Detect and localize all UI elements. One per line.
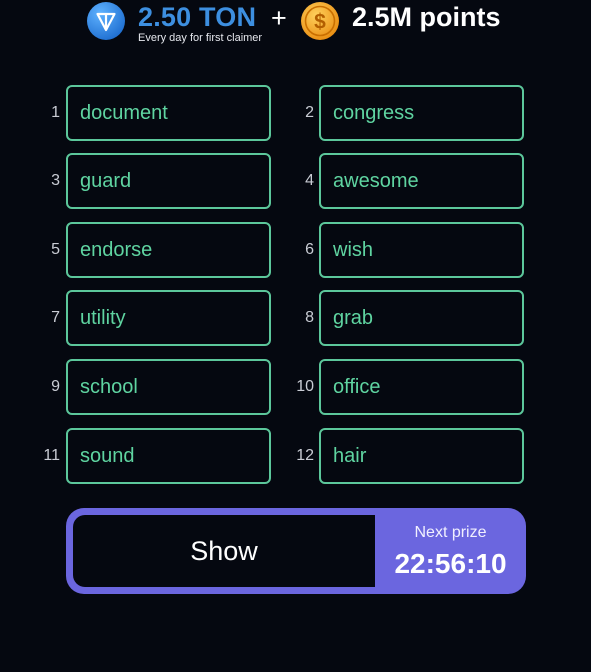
word-number: 9 [51, 378, 60, 395]
word-number: 1 [51, 104, 60, 121]
ton-diamond-icon [87, 2, 125, 40]
word-text: awesome [333, 170, 419, 192]
word-item: 10 office [280, 359, 530, 415]
word-item: 4 awesome [280, 153, 530, 209]
word-item: 1 document [0, 85, 280, 141]
word-number: 3 [51, 172, 60, 189]
ton-subtitle: Every day for first claimer [138, 32, 263, 44]
word-number: 12 [296, 447, 314, 464]
word-number: 2 [305, 104, 314, 121]
word-field[interactable]: school [66, 359, 271, 415]
word-number: 11 [43, 447, 60, 464]
word-text: endorse [80, 239, 153, 261]
next-prize-panel: Next prize 22:56:10 [375, 508, 526, 594]
countdown-timer: 22:56:10 [394, 548, 507, 579]
word-number: 10 [296, 378, 314, 395]
plus-sign: + [271, 3, 287, 33]
next-prize-label: Next prize [414, 524, 487, 541]
word-text: school [80, 376, 138, 398]
dollar-coin-icon: $ [301, 2, 339, 40]
word-field[interactable]: guard [66, 153, 271, 209]
word-text: hair [333, 445, 367, 467]
word-text: congress [333, 102, 415, 124]
action-bar: Show Next prize 22:56:10 [66, 508, 526, 594]
word-field[interactable]: congress [319, 85, 524, 141]
word-text: wish [333, 239, 374, 261]
word-item: 5 endorse [0, 222, 280, 278]
word-text: document [80, 102, 168, 124]
word-field[interactable]: office [319, 359, 524, 415]
word-field[interactable]: sound [66, 428, 271, 484]
word-text: utility [80, 307, 126, 329]
word-field[interactable]: endorse [66, 222, 271, 278]
word-number: 4 [305, 172, 314, 189]
word-number: 8 [305, 309, 314, 326]
word-item: 11 sound [0, 428, 280, 484]
word-item: 9 school [0, 359, 280, 415]
word-field[interactable]: wish [319, 222, 524, 278]
word-field[interactable]: awesome [319, 153, 524, 209]
word-text: office [333, 376, 381, 398]
word-item: 6 wish [280, 222, 530, 278]
word-number: 6 [305, 241, 314, 258]
show-button[interactable]: Show [73, 515, 375, 587]
word-text: guard [80, 170, 132, 192]
word-text: sound [80, 445, 135, 467]
word-item: 3 guard [0, 153, 280, 209]
word-item: 2 congress [280, 85, 530, 141]
word-item: 12 hair [280, 428, 530, 484]
points-amount: 2.5M points [352, 2, 501, 32]
word-number: 7 [51, 309, 60, 326]
word-item: 7 utility [0, 290, 280, 346]
word-number: 5 [51, 241, 60, 258]
word-item: 8 grab [280, 290, 530, 346]
word-text: grab [333, 307, 374, 329]
word-field[interactable]: hair [319, 428, 524, 484]
ton-amount: 2.50 TON [138, 2, 257, 32]
header: 2.50 TON Every day for first claimer + $… [0, 0, 591, 48]
svg-text:$: $ [314, 11, 326, 34]
word-field[interactable]: document [66, 85, 271, 141]
word-field[interactable]: grab [319, 290, 524, 346]
word-field[interactable]: utility [66, 290, 271, 346]
